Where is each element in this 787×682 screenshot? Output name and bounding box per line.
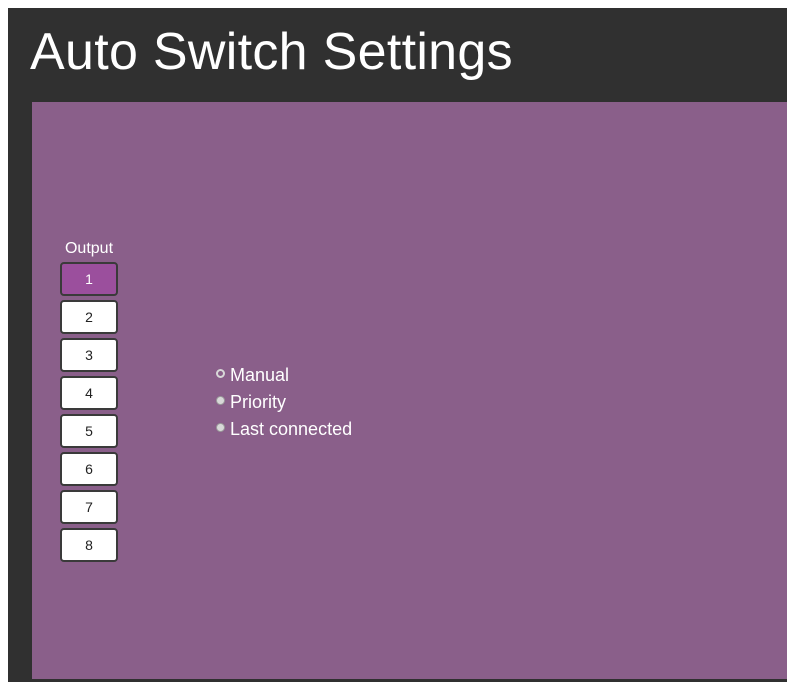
manual-label: Manual	[230, 365, 290, 385]
output-button-list: 1 2 3 4 5 6 7 8	[60, 262, 118, 566]
switch-mode-radio-group: Manual Priority Last connected	[216, 365, 352, 446]
output-label: Output	[64, 240, 114, 257]
last-connected-radio[interactable]	[216, 423, 225, 432]
mode-option-manual[interactable]: Manual	[216, 365, 352, 392]
mode-option-last-connected[interactable]: Last connected	[216, 419, 352, 446]
output-button-2[interactable]: 2	[60, 300, 118, 334]
output-button-7[interactable]: 7	[60, 490, 118, 524]
output-button-4[interactable]: 4	[60, 376, 118, 410]
manual-radio[interactable]	[216, 369, 225, 378]
settings-panel: Output 1 2 3 4 5 6 7 8 Manual Priority L…	[32, 102, 787, 679]
page-title: Auto Switch Settings	[30, 23, 513, 81]
output-button-6[interactable]: 6	[60, 452, 118, 486]
last-connected-label: Last connected	[230, 419, 353, 439]
priority-label: Priority	[230, 392, 287, 412]
output-button-8[interactable]: 8	[60, 528, 118, 562]
app-frame: Auto Switch Settings Output 1 2 3 4 5 6 …	[8, 8, 787, 682]
output-button-3[interactable]: 3	[60, 338, 118, 372]
output-button-1[interactable]: 1	[60, 262, 118, 296]
priority-radio[interactable]	[216, 396, 225, 405]
mode-option-priority[interactable]: Priority	[216, 392, 352, 419]
output-button-5[interactable]: 5	[60, 414, 118, 448]
